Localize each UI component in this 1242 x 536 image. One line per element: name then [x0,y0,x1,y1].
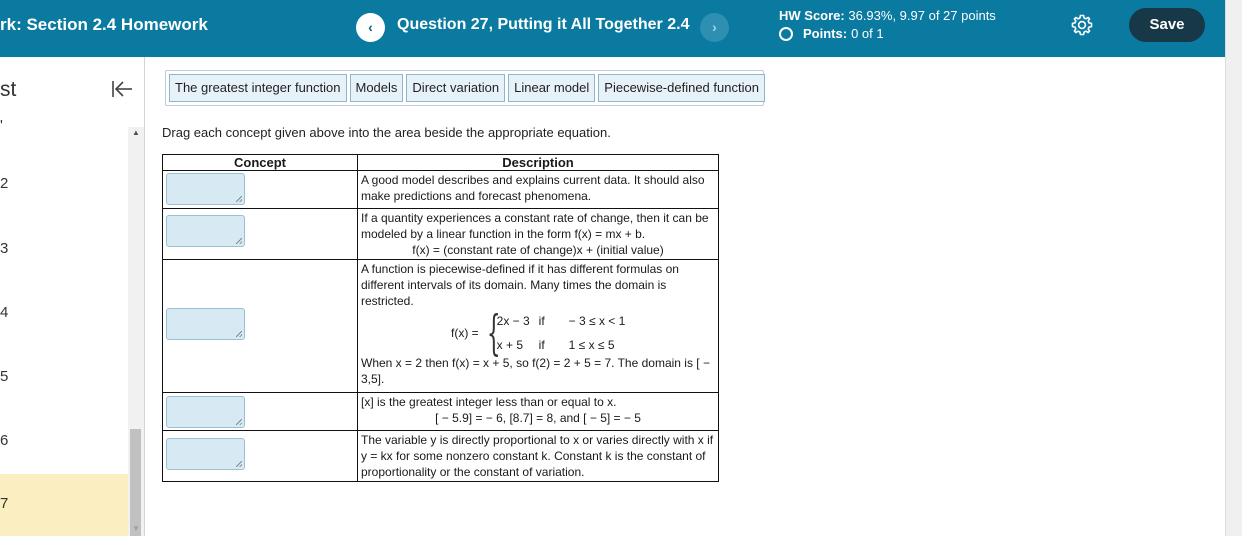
description-column-header: Description [357,154,719,171]
concept-tile-greatest-integer[interactable]: The greatest integer function [169,74,347,102]
save-button[interactable]: Save [1129,8,1205,42]
sidebar-item-4[interactable]: 4 [0,304,8,321]
concept-column-header: Concept [162,154,358,171]
piecewise-example-text: When x = 2 then f(x) = x + 5, so f(2) = … [361,356,710,386]
left-brace-icon: { [486,305,501,361]
sidebar-item-5[interactable]: 5 [0,368,8,385]
greatest-integer-examples: [ − 5.9] = − 6, [8.7] = 8, and [ − 5] = … [435,411,641,425]
case1-condition: − 3 ≤ x < 1 [568,314,626,328]
points-status-icon [779,26,793,41]
question-list-title: st [0,78,17,101]
question-points: Points: 0 of 1 [779,26,884,41]
case1-if: if [538,314,545,328]
scroll-down-arrow-icon[interactable]: ▼ [132,524,140,533]
concept-tile-linear-model[interactable]: Linear model [508,74,596,102]
concept-drop-zone-3[interactable] [166,308,245,340]
concept-matching-table: Concept Description A good model describ… [162,154,719,482]
sidebar-item-active-highlight [0,474,128,536]
case2-if: if [538,338,545,352]
description-piecewise: A function is piecewise-defined if it ha… [357,259,719,393]
settings-gear-icon[interactable] [1070,13,1094,37]
sidebar-item-7[interactable]: 7 [0,495,8,512]
question-title[interactable]: Question 27, Putting it All Together 2.4 [397,16,689,34]
concept-tile-models[interactable]: Models [349,74,404,102]
case2-condition: 1 ≤ x ≤ 5 [568,338,615,352]
concept-tile-direct-variation[interactable]: Direct variation [406,74,506,102]
instructions-text: Drag each concept given above into the a… [162,125,611,140]
hw-score-label: HW Score: [779,8,845,23]
collapse-sidebar-icon[interactable] [110,79,134,99]
concept-drop-zone-1[interactable] [166,173,245,205]
page-scrollbar[interactable] [1225,0,1242,536]
sidebar-item-3[interactable]: 3 [0,240,8,257]
previous-question-button[interactable]: ‹ [356,13,385,42]
piecewise-example-formula: f(x) = { 2x − 3 if − 3 ≤ x < 1 x + 5 if … [451,305,715,361]
concept-drop-zone-5[interactable] [166,438,245,470]
table-row: A function is piecewise-defined if it ha… [162,259,719,393]
top-bar: rk: Section 2.4 Homework ‹ Question 27, … [0,0,1225,57]
description-models: A good model describes and explains curr… [357,170,719,209]
points-label: Points: [803,26,848,41]
question-list-sidebar: st ' 2 3 4 5 6 7 ▲ ▼ [0,57,145,536]
concept-tile-bank: The greatest integer function Models Dir… [165,70,765,106]
sidebar-scrollbar[interactable]: ▲ ▼ [128,127,144,536]
points-value: 0 of 1 [851,26,884,41]
linear-model-definition: If a quantity experiences a constant rat… [361,211,709,241]
piecewise-definition: A function is piecewise-defined if it ha… [361,262,679,308]
description-direct-variation: The variable y is directly proportional … [357,430,719,482]
table-row: [x] is the greatest integer less than or… [162,392,719,431]
sidebar-item-2[interactable]: 2 [0,175,8,192]
scroll-up-arrow-icon[interactable]: ▲ [132,128,140,137]
case1-expression: 2x − 3 [496,314,530,328]
piecewise-fx-label: f(x) = [451,326,479,340]
next-question-button[interactable]: › [700,13,729,42]
description-greatest-integer: [x] is the greatest integer less than or… [357,392,719,431]
linear-model-formula: f(x) = (constant rate of change)x + (ini… [412,243,664,257]
concept-drop-zone-2[interactable] [166,215,245,247]
homework-title: rk: Section 2.4 Homework [0,15,208,34]
sidebar-item-6[interactable]: 6 [0,432,8,449]
table-row: A good model describes and explains curr… [162,170,719,209]
hw-score: HW Score: 36.93%, 9.97 of 27 points [779,8,996,23]
description-linear: If a quantity experiences a constant rat… [357,208,719,260]
sidebar-scroll-thumb[interactable] [130,429,141,536]
concept-tile-piecewise[interactable]: Piecewise-defined function [598,74,765,102]
greatest-integer-definition: [x] is the greatest integer less than or… [361,395,617,409]
case2-expression: x + 5 [496,338,524,352]
table-row: If a quantity experiences a constant rat… [162,208,719,260]
hw-score-value: 36.93%, 9.97 of 27 points [848,8,996,23]
table-row: The variable y is directly proportional … [162,430,719,482]
sidebar-item-1[interactable]: ' [0,117,3,134]
concept-drop-zone-4[interactable] [166,396,245,428]
